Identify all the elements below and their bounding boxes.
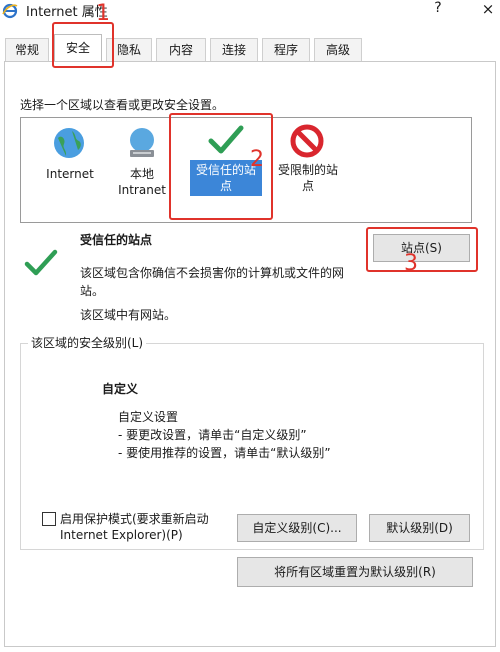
tab-programs[interactable]: 程序 xyxy=(262,38,310,61)
security-level-title: 该区域的安全级别(L) xyxy=(28,334,147,351)
annotation-box-3 xyxy=(366,227,478,272)
custom-settings-bullet-1: - 要更改设置，请单击“自定义级别” xyxy=(118,428,307,442)
protected-mode-label-2: Internet Explorer)(P) xyxy=(60,528,183,542)
annotation-number-3: 3 xyxy=(404,251,418,276)
trusted-check-icon xyxy=(24,248,58,281)
internet-explorer-icon xyxy=(2,3,18,19)
zone-prompt: 选择一个区域以查看或更改安全设置。 xyxy=(20,98,225,112)
zone-info-has-sites: 该区域中有网站。 xyxy=(80,308,177,322)
tab-advanced[interactable]: 高级 xyxy=(314,38,362,61)
zone-intranet-label-1: 本地 xyxy=(129,167,154,181)
zone-intranet-label-2: Intranet xyxy=(118,183,166,197)
intranet-icon xyxy=(124,126,160,163)
restricted-icon xyxy=(290,124,324,161)
reset-all-zones-button[interactable]: 将所有区域重置为默认级别(R) xyxy=(237,557,473,587)
zone-info-desc-1: 该区域包含你确信不会损害你的计算机或文件的网 xyxy=(80,266,345,280)
default-level-button[interactable]: 默认级别(D) xyxy=(369,514,470,542)
tab-content[interactable]: 内容 xyxy=(156,38,206,61)
annotation-box-1 xyxy=(52,22,114,68)
close-button[interactable]: × xyxy=(478,0,498,20)
security-level-name: 自定义 xyxy=(102,382,139,396)
zone-info-desc-2: 站。 xyxy=(80,284,105,298)
protected-mode-checkbox[interactable] xyxy=(42,512,56,526)
zone-internet-label: Internet xyxy=(46,167,94,181)
help-button[interactable]: ? xyxy=(428,0,448,20)
custom-level-button[interactable]: 自定义级别(C)... xyxy=(237,514,357,542)
annotation-number-1: 1 xyxy=(96,1,110,26)
custom-settings-label: 自定义设置 xyxy=(118,410,179,424)
zone-internet[interactable]: Internet xyxy=(40,122,100,202)
protected-mode-label-1: 启用保护模式(要求重新启动 xyxy=(60,512,209,526)
title-bar: Internet 属性 ? × xyxy=(0,0,500,22)
tab-connections[interactable]: 连接 xyxy=(210,38,258,61)
zone-info-title: 受信任的站点 xyxy=(80,233,153,247)
custom-settings-bullet-2: - 要使用推荐的设置，请单击“默认级别” xyxy=(118,446,331,460)
zone-restricted-label-2: 点 xyxy=(301,179,314,193)
annotation-number-2: 2 xyxy=(250,147,264,172)
globe-icon xyxy=(52,126,86,163)
zone-restricted-label-1: 受限制的站 xyxy=(277,163,338,177)
zone-restricted-sites[interactable]: 受限制的站 点 xyxy=(268,122,348,202)
tab-general[interactable]: 常规 xyxy=(5,38,49,61)
zone-local-intranet[interactable]: 本地 Intranet xyxy=(112,122,172,202)
